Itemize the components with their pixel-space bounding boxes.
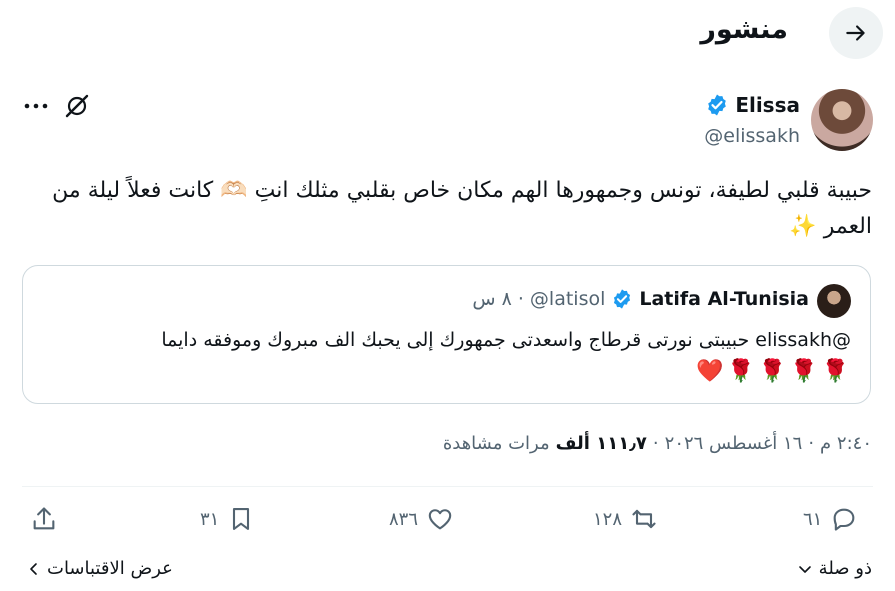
grok-icon[interactable] [63,92,91,120]
reply-count: ٦١ [803,508,823,530]
quote-emoji-row: 🌹 🌹 🌹 🌹 ❤️ [696,359,849,384]
quote-text: @elissakh حبيبتى نورتى قرطاج واسعدتى جمه… [161,329,851,351]
quote-dot: · [517,288,524,310]
like-count: ٨٣٦ [389,508,419,530]
repost-icon [632,509,656,529]
meta-dot: · [808,433,815,454]
chevron-left-icon [30,562,37,575]
share-button[interactable] [30,505,58,533]
bookmark-count: ٣١ [200,508,220,530]
author-name: Elissa [735,93,800,117]
reply-button[interactable]: ٦١ [803,505,858,533]
quote-time: ٨ س [472,288,512,310]
chevron-down-icon [798,565,811,573]
repost-button[interactable]: ١٢٨ [593,505,658,533]
tweet-time[interactable]: ٢:٤٠ م [820,433,872,454]
repost-count: ١٢٨ [593,508,623,530]
meta-dot: · [652,433,659,454]
views-count: ١١١٫٧ ألف [555,433,647,454]
verified-badge-icon [614,289,631,309]
view-quotes-link[interactable]: عرض الاقتباسات [27,558,173,579]
views-label: مرات مشاهدة [442,433,550,454]
quoted-tweet[interactable]: ٨ س · @latisol Latifa Al-Tunisia @elissa… [22,265,871,404]
author-name-row[interactable]: Elissa [705,93,800,117]
reply-icon [833,508,855,531]
divider [22,486,873,487]
bookmark-button[interactable]: ٣١ [200,505,255,533]
quote-header: ٨ س · @latisol Latifa Al-Tunisia [472,288,809,310]
rose-emoji: 🌹 [727,359,755,384]
like-button[interactable]: ٨٣٦ [389,505,454,533]
relevant-dropdown[interactable]: ذو صلة [797,558,872,579]
quote-name: Latifa Al-Tunisia [639,288,809,310]
rose-emoji: 🌹 [790,359,818,384]
tweet-meta: ٢:٤٠ م · ١٦ أغسطس ٢٠٢٦ · ١١١٫٧ ألف مرات … [443,433,872,454]
share-icon [33,507,55,530]
relevant-label: ذو صلة [818,558,872,579]
bookmark-icon [233,508,250,530]
view-quotes-label: عرض الاقتباسات [47,558,173,579]
rose-emoji: 🌹 [821,359,849,384]
heart-emoji: ❤️ [695,359,724,384]
heart-icon [428,509,452,530]
tweet-date[interactable]: ١٦ أغسطس ٢٠٢٦ [665,433,803,454]
page-title: منشور [700,14,788,45]
arrow-right-icon [846,25,865,41]
author-handle[interactable]: @elissakh [704,125,800,147]
verified-badge-icon [708,94,727,116]
quote-handle: @latisol [529,288,606,310]
rose-emoji: 🌹 [758,359,787,384]
back-button[interactable] [829,7,883,59]
more-options-icon[interactable] [23,94,49,118]
quote-avatar [817,284,851,318]
tweet-text: حبيبة قلبي لطيفة، تونس وجمهورها الهم مكا… [52,178,872,239]
avatar[interactable] [811,89,873,151]
